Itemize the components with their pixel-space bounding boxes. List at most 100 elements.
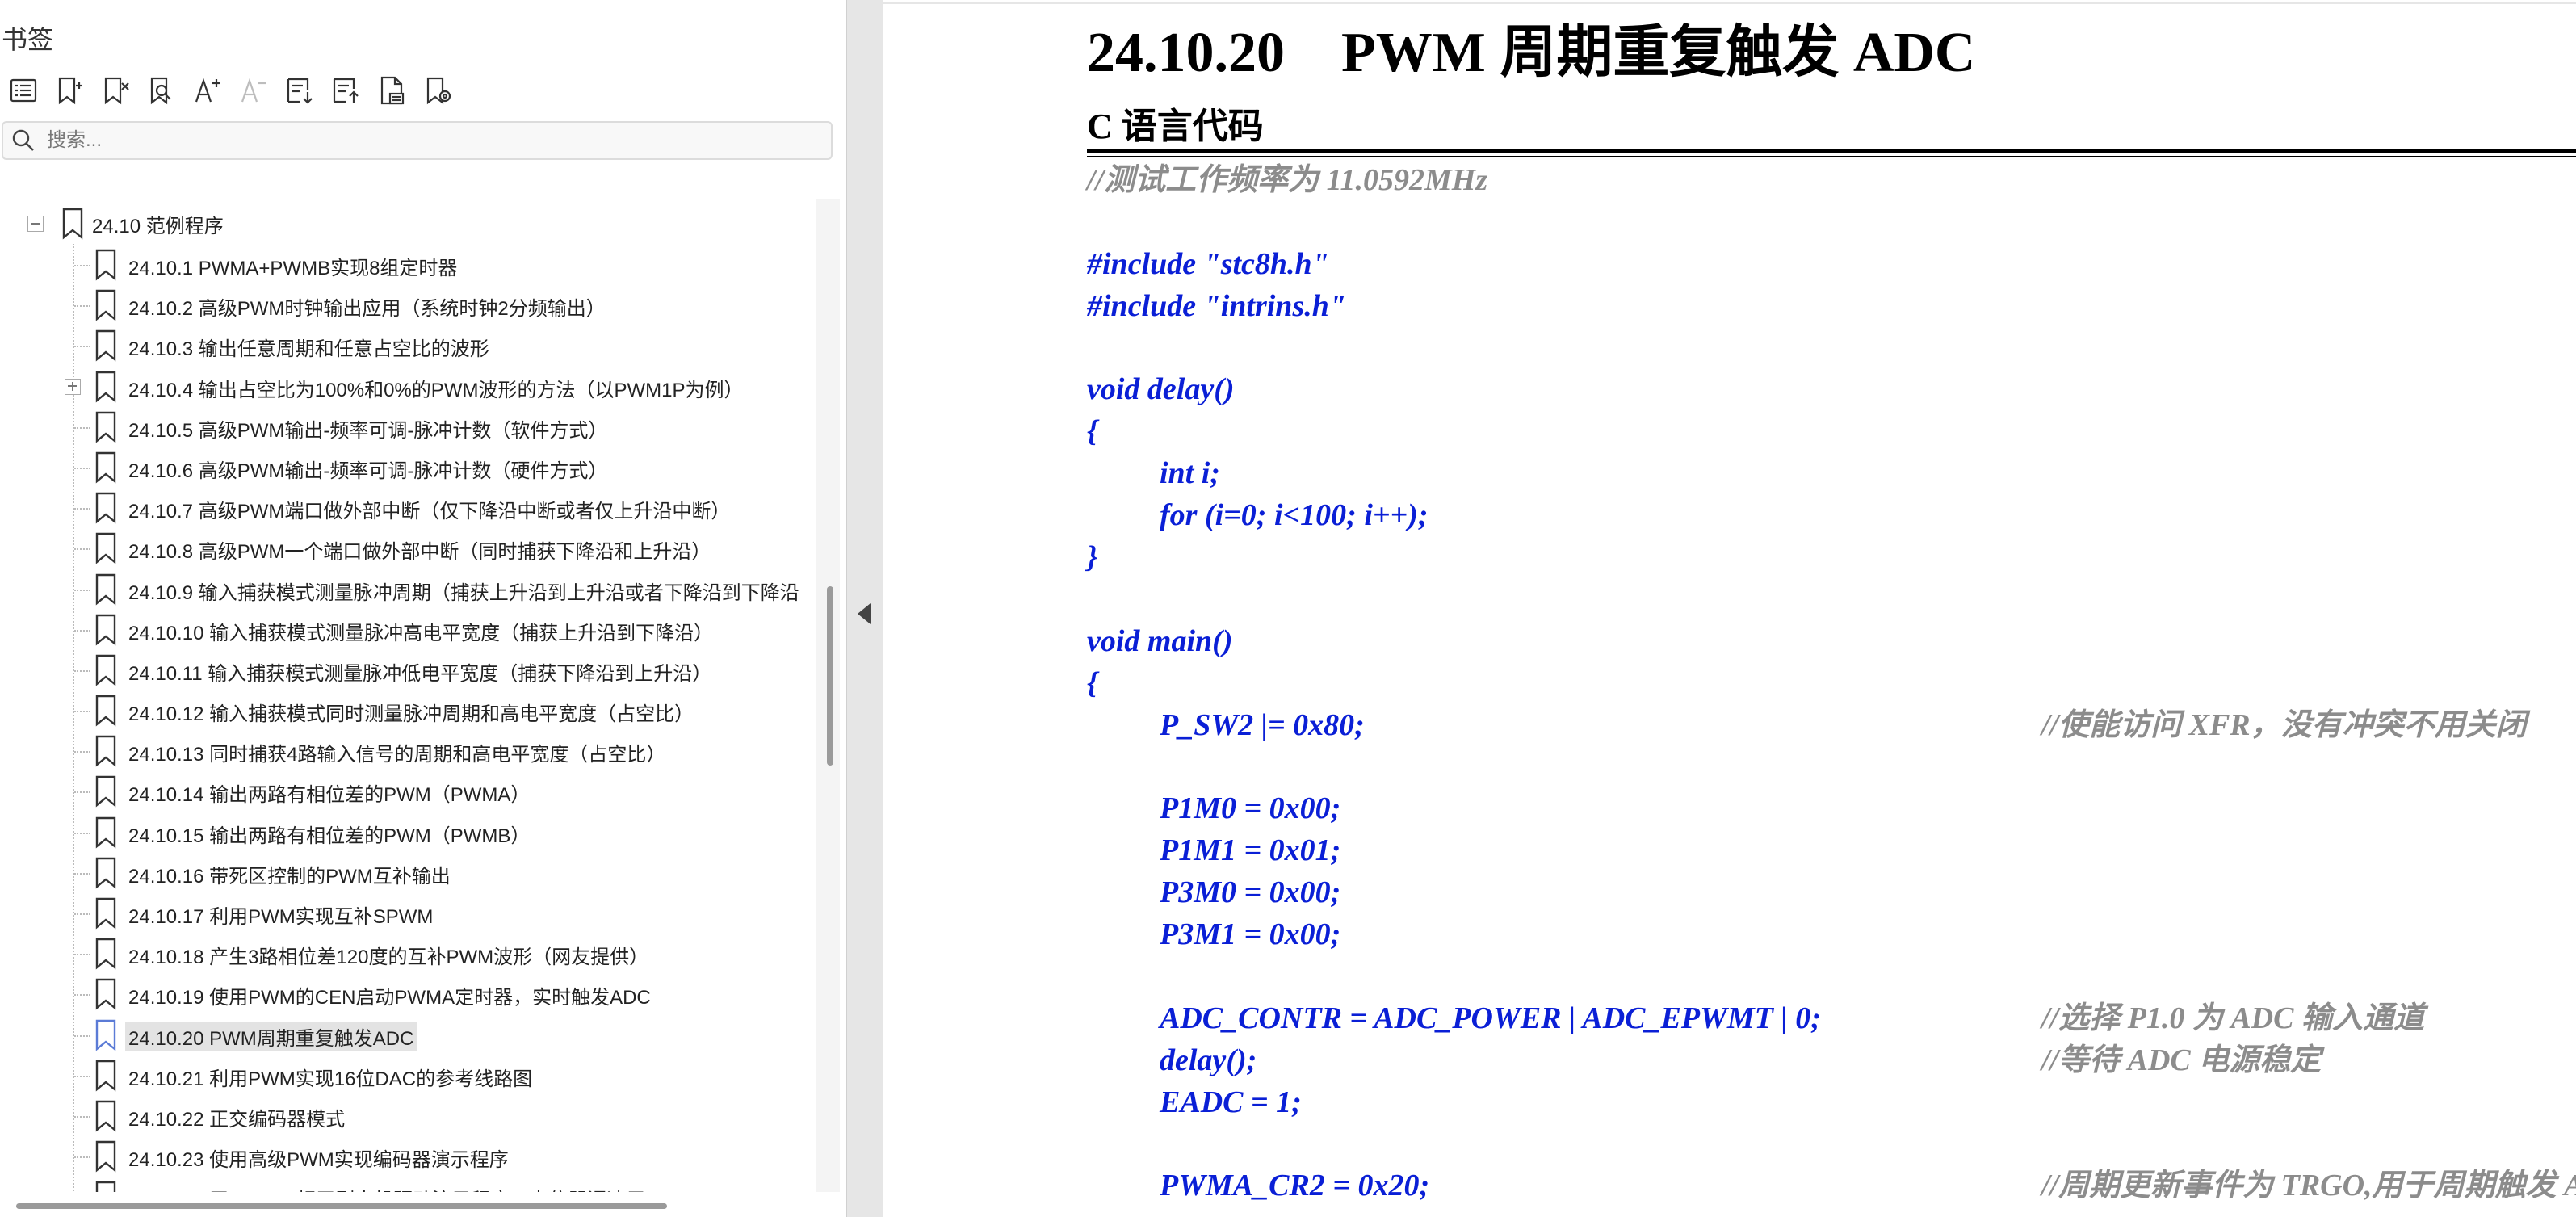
bookmark-icon	[94, 492, 117, 528]
collapse-toggle-icon[interactable]	[27, 216, 44, 232]
bookmark-icon	[94, 1140, 117, 1177]
code-text: P1M1 = 0x01;	[1160, 833, 1341, 868]
expand-toggle-icon[interactable]	[65, 378, 81, 395]
code-text: //测试工作频率为 11.0592MHz	[1087, 163, 1488, 197]
bookmark-settings-icon[interactable]	[414, 68, 460, 113]
enlarge-text-icon[interactable]	[184, 68, 230, 113]
tree-item[interactable]: 24.10.18 产生3路相位差120度的互补PWM波形（网友提供）	[0, 933, 808, 973]
bookmark-icon	[94, 1060, 117, 1096]
tree-item-label: 24.10.1 PWMA+PWMB实现8组定时器	[128, 258, 458, 279]
tree-parent-label: 24.10 范例程序	[92, 216, 224, 237]
code-line: delay(); //等待 ADC 电源稳定	[1087, 1040, 2576, 1082]
bookmark-icon	[94, 735, 117, 771]
tree-item[interactable]: 24.10.7 高级PWM端口做外部中断（仅下降沿中断或者仅上升沿中断）	[0, 487, 808, 527]
bookmark-icon	[94, 614, 117, 650]
tree-item[interactable]: 24.10.6 高级PWM输出-频率可调-脉冲计数（硬件方式）	[0, 447, 808, 487]
tree-item[interactable]: 24.10.24 无HALL三相无刷电机驱动演示程序，电位器调速用	[0, 1176, 808, 1192]
add-bookmark-icon[interactable]	[46, 68, 92, 113]
tree-connector	[74, 1156, 90, 1159]
delete-bookmark-icon[interactable]	[92, 68, 138, 113]
code-text: {	[1087, 414, 1098, 449]
bookmark-icon	[94, 1181, 117, 1192]
tree-connector	[74, 305, 90, 308]
tree-item[interactable]: 24.10.16 带死区控制的PWM互补输出	[0, 852, 808, 892]
code-text: void main()	[1087, 623, 1233, 658]
code-line: int i;	[1087, 453, 2576, 495]
collapse-all-icon[interactable]	[322, 68, 368, 113]
tree-item-label: 24.10.2 高级PWM时钟输出应用（系统时钟2分频输出）	[128, 298, 606, 321]
tree-connector	[74, 954, 90, 956]
tree-item[interactable]: 24.10.10 输入捕获模式测量脉冲高电平宽度（捕获上升沿到下降沿）	[0, 609, 808, 649]
code-text: PWMA_CR2 = 0x20;	[1160, 1169, 1430, 1203]
tree-item-label: 24.10.21 利用PWM实现16位DAC的参考线路图	[128, 1068, 533, 1090]
code-text: void delay()	[1087, 372, 1235, 407]
tree-item[interactable]: 24.10.11 输入捕获模式测量脉冲低电平宽度（捕获下降沿到上升沿）	[0, 649, 808, 690]
code-line: #include "intrins.h"	[1087, 286, 2576, 328]
tree-connector	[74, 872, 90, 875]
tree-item[interactable]: 24.10.14 输出两路有相位差的PWM（PWMA）	[0, 770, 808, 811]
tree-item[interactable]: 24.10.21 利用PWM实现16位DAC的参考线路图	[0, 1055, 808, 1095]
tree-item[interactable]: 24.10.22 正交编码器模式	[0, 1095, 808, 1135]
tree-connector	[74, 346, 90, 348]
tree-item[interactable]: 24.10.3 输出任意周期和任意占空比的波形	[0, 325, 808, 365]
tree-item[interactable]: 24.10.4 输出占空比为100%和0%的PWM波形的方法（以PWM1P为例）	[0, 366, 808, 406]
code-text: P_SW2 |= 0x80;	[1160, 707, 1365, 742]
bookmark-properties-icon[interactable]	[368, 68, 414, 113]
tree-connector	[74, 426, 90, 429]
code-line: P3M0 = 0x00;	[1087, 872, 2576, 914]
code-text: P3M0 = 0x00;	[1160, 875, 1341, 910]
code-comment: //周期更新事件为 TRGO,用于周期触发 ADC	[2041, 1169, 2576, 1203]
tree-item[interactable]: 24.10.1 PWMA+PWMB实现8组定时器	[0, 244, 808, 284]
bookmark-icon	[94, 249, 117, 285]
tree-item[interactable]: 24.10.23 使用高级PWM实现编码器演示程序	[0, 1135, 808, 1176]
code-line: PWMA_CR2 = 0x20; //周期更新事件为 TRGO,用于周期触发 AD…	[1087, 1165, 2576, 1207]
code-line: {	[1087, 411, 2576, 453]
tree-item[interactable]: 24.10.17 利用PWM实现互补SPWM	[0, 892, 808, 933]
tree-item[interactable]: 24.10.9 输入捕获模式测量脉冲周期（捕获上升沿到上升沿或者下降沿到下降沿	[0, 569, 808, 609]
bookmark-icon	[94, 695, 117, 731]
find-bookmark-icon[interactable]	[138, 68, 184, 113]
tree-horizontal-scrollbar-thumb[interactable]	[16, 1203, 667, 1209]
tree-item-label: 24.10.11 输入捕获模式测量脉冲低电平宽度（捕获下降沿到上升沿）	[128, 662, 712, 685]
collapse-panel-left-icon[interactable]	[854, 602, 874, 626]
tree-item[interactable]: 24.10.19 使用PWM的CEN启动PWMA定时器，实时触发ADC	[0, 973, 808, 1013]
tree-item-label: 24.10.5 高级PWM输出-频率可调-脉冲计数（软件方式）	[128, 419, 608, 442]
page-top-border	[883, 2, 2576, 4]
code-comment: //使能访问 XFR，没有冲突不用关闭	[2041, 707, 2527, 742]
code-line: #include "stc8h.h"	[1087, 244, 2576, 286]
bookmark-icon	[94, 532, 117, 569]
tree-item-label: 24.10.19 使用PWM的CEN启动PWMA定时器，实时触发ADC	[128, 987, 651, 1009]
tree-item[interactable]: 24.10.8 高级PWM一个端口做外部中断（同时捕获下降沿和上升沿）	[0, 527, 808, 568]
tree-item-label: 24.10.20 PWM周期重复触发ADC	[125, 1021, 417, 1051]
tree-item[interactable]: 24.10.20 PWM周期重复触发ADC	[0, 1014, 808, 1055]
search-input[interactable]	[47, 129, 806, 152]
tree-item-label: 24.10.7 高级PWM端口做外部中断（仅下降沿中断或者仅上升沿中断）	[128, 501, 731, 523]
tree-item[interactable]: 24.10.12 输入捕获模式同时测量脉冲周期和高电平宽度（占空比）	[0, 690, 808, 730]
tree-item[interactable]: 24.10.5 高级PWM输出-频率可调-脉冲计数（软件方式）	[0, 406, 808, 447]
panel-title: 书签	[2, 25, 54, 54]
bookmark-list-icon[interactable]	[0, 68, 46, 113]
tree-connector	[74, 791, 90, 794]
tree-item[interactable]: 24.10.15 输出两路有相位差的PWM（PWMB）	[0, 812, 808, 852]
code-line: void main()	[1087, 621, 2576, 663]
bookmark-icon	[94, 573, 117, 610]
bookmark-icon	[94, 654, 117, 690]
tree-item[interactable]: 24.10.13 同时捕获4路输入信号的周期和高电平宽度（占空比）	[0, 730, 808, 770]
code-text: ADC_CONTR = ADC_POWER | ADC_EPWMT | 0;	[1160, 1001, 1821, 1035]
code-line: void delay()	[1087, 369, 2576, 411]
expand-all-icon[interactable]	[276, 68, 322, 113]
tree-item-label: 24.10.23 使用高级PWM实现编码器演示程序	[128, 1149, 509, 1172]
code-text: {	[1087, 665, 1098, 700]
tree-connector	[74, 1115, 90, 1118]
code-comment: //选择 P1.0 为 ADC 输入通道	[2041, 1001, 2424, 1035]
tree-scrollbar-thumb[interactable]	[827, 586, 833, 766]
bookmark-icon	[94, 938, 117, 974]
bookmark-icon	[94, 857, 117, 893]
code-text: int i;	[1160, 456, 1220, 491]
bookmark-icon	[94, 775, 117, 812]
tree-item[interactable]: 24.10.2 高级PWM时钟输出应用（系统时钟2分频输出）	[0, 284, 808, 325]
bookmark-icon	[94, 371, 117, 407]
bookmark-search[interactable]	[2, 121, 833, 160]
